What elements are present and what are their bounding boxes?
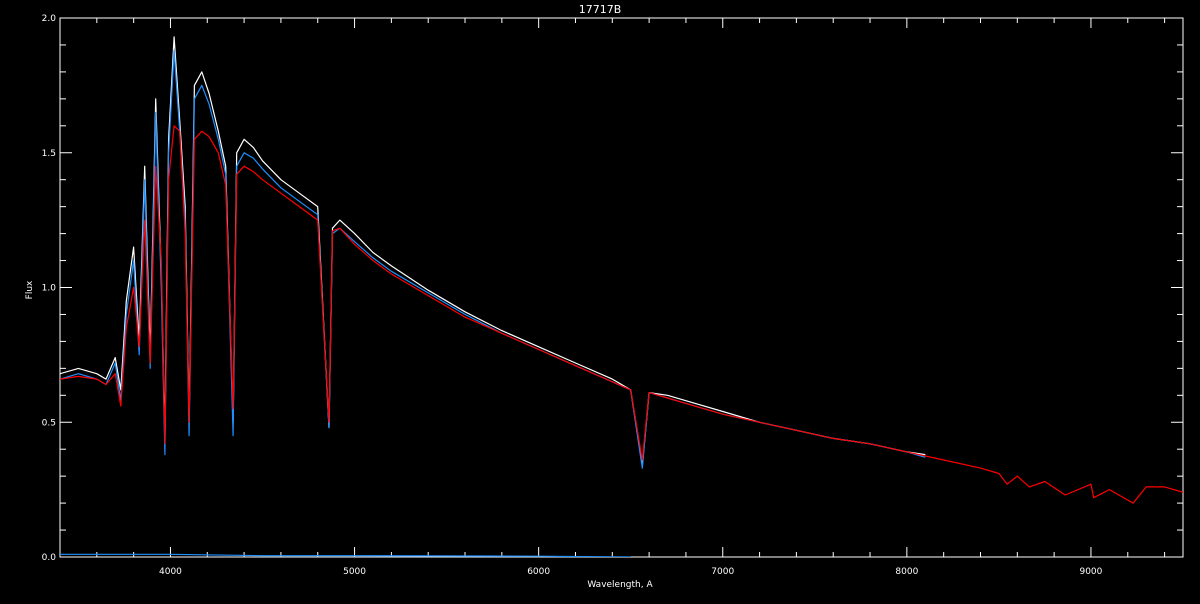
y-tick-label: 1.5 [42, 149, 56, 159]
axes: 4000 5000 6000 7000 8000 9000 0.0 0.5 1.0 1.5 2.0 [42, 14, 1184, 577]
x-tick-label: 9000 [1079, 567, 1102, 577]
y-tick-label: 0.5 [42, 418, 56, 428]
y-tick-label: 1.0 [42, 284, 57, 294]
x-tick-label: 7000 [711, 567, 734, 577]
plot-area: 4000 5000 6000 7000 8000 90000.00.51.01.52.0 … [25, 3, 1184, 590]
x-axis-label: Wavelength, A [587, 580, 653, 590]
series-line-3 [60, 125, 1183, 504]
y-tick-label: 0.0 [42, 553, 57, 563]
y-axis-label: Flux [25, 280, 35, 299]
x-tick-label: 6000 [527, 567, 550, 577]
x-tick-label: 4000 [159, 567, 182, 577]
y-tick-label: 2.0 [42, 14, 57, 24]
x-tick-label: 8000 [895, 567, 918, 577]
series-group [60, 36, 1183, 557]
chart-title: 17717B [579, 3, 622, 16]
spectrum-chart: 4000 5000 6000 7000 8000 9000 0.0 0.5 1.0 1.5 2.0 … [0, 0, 1200, 600]
x-tick-label: 5000 [343, 567, 366, 577]
